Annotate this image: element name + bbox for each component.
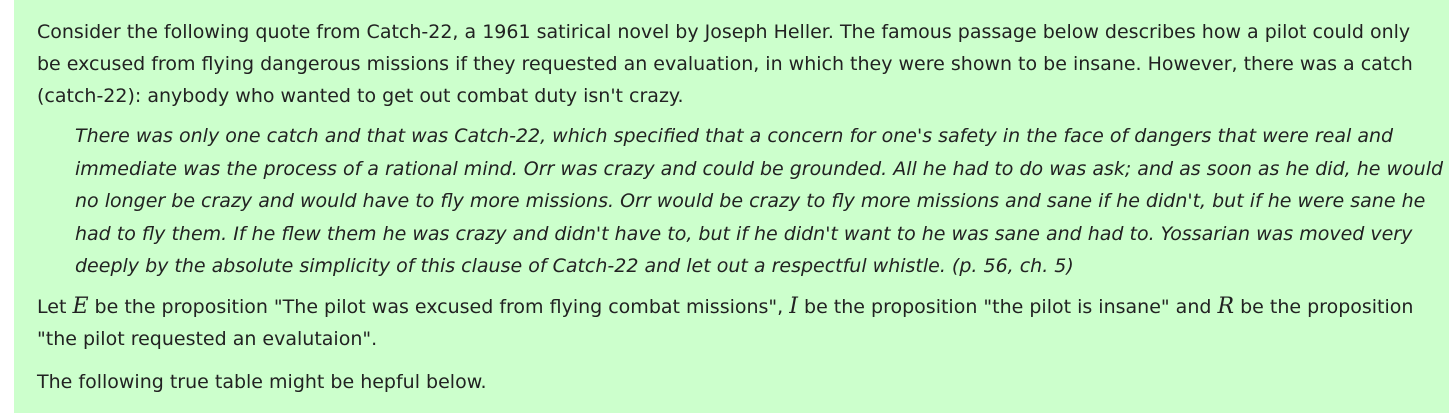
variable-r: R bbox=[1217, 293, 1235, 319]
intro-paragraph: Consider the following quote from Catch-… bbox=[37, 21, 1413, 107]
variable-i: I bbox=[789, 293, 798, 319]
truth-table-note: The following true table might be hepful… bbox=[37, 370, 487, 393]
variable-e: E bbox=[72, 293, 89, 319]
let-text: Let bbox=[37, 295, 67, 318]
content-panel: Consider the following quote from Catch-… bbox=[14, 0, 1449, 413]
catch22-quote: There was only one catch and that was Ca… bbox=[75, 125, 1444, 277]
definitions-paragraph: Let E be the proposition "The pilot was … bbox=[37, 291, 1442, 355]
definition-i: be the proposition "the pilot is insane"… bbox=[804, 295, 1212, 318]
definition-e: be the proposition "The pilot was excuse… bbox=[94, 295, 784, 318]
